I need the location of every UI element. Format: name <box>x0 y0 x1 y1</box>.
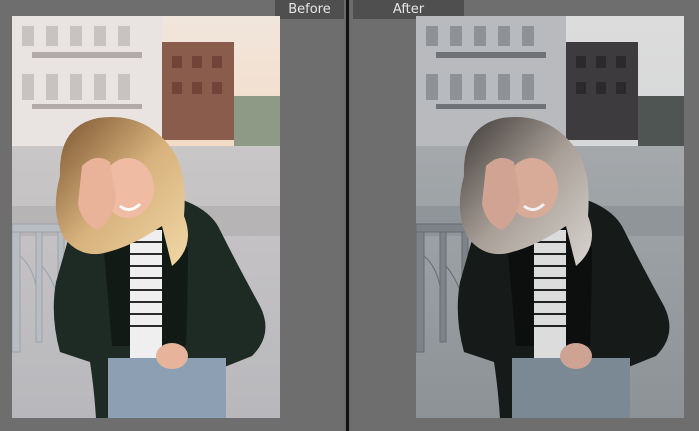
before-label: Before <box>275 0 344 19</box>
compare-divider-handle[interactable] <box>345 0 350 431</box>
before-photo[interactable] <box>12 16 280 418</box>
before-after-compare-view: Before After <box>0 0 699 431</box>
before-photo-image <box>12 16 280 418</box>
after-photo[interactable] <box>416 16 684 418</box>
after-photo-image <box>416 16 684 418</box>
